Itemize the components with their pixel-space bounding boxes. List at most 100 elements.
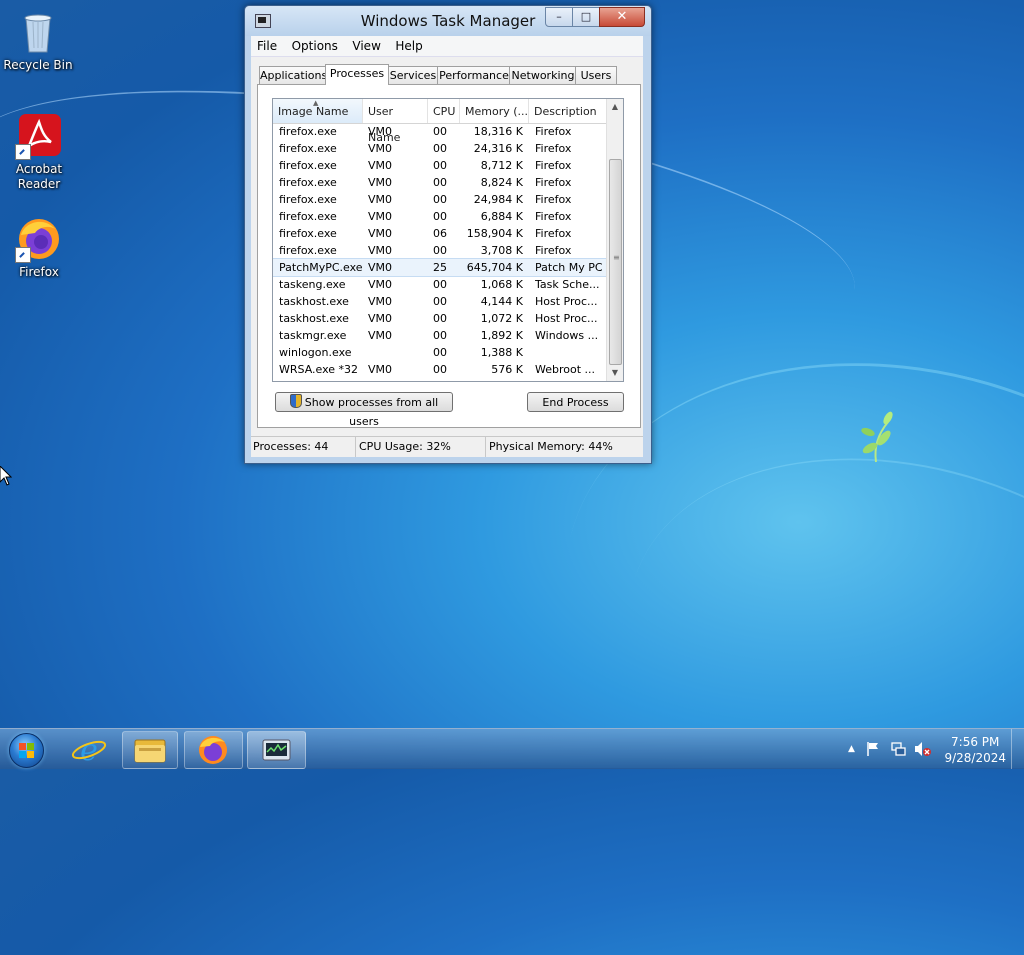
scroll-up-arrow-icon[interactable]: ▲ (607, 99, 623, 115)
scrollbar-thumb[interactable]: ≡ (609, 159, 622, 365)
process-row[interactable]: PatchMyPC.exe VM0 25 645,704 K Patch My PC (273, 258, 608, 277)
process-row[interactable]: firefox.exe VM0 00 8,824 K Firefox (273, 174, 607, 191)
end-process-button[interactable]: End Process (527, 392, 624, 412)
desktop-icon-acrobat-reader[interactable]: Acrobat Reader (1, 112, 77, 192)
taskbar-task-manager[interactable] (247, 731, 306, 769)
process-cell-cpu: 00 (433, 159, 447, 172)
firefox-icon (15, 215, 63, 263)
column-label: Memory (... (465, 105, 529, 118)
column-memory[interactable]: Memory (... (460, 99, 529, 123)
process-cell-cpu: 00 (433, 363, 447, 376)
shortcut-arrow-icon (15, 247, 31, 263)
process-cell-user: VM0 (368, 329, 393, 342)
minimize-button[interactable]: – (545, 7, 573, 27)
process-cell-user: VM0 (368, 278, 393, 291)
process-cell-desc: Firefox (535, 210, 572, 223)
taskbar-firefox[interactable] (184, 731, 243, 769)
process-cell-desc: Host Proc... (535, 295, 598, 308)
process-row[interactable]: firefox.exe VM0 06 158,904 K Firefox (273, 225, 607, 242)
button-label: End Process (542, 396, 609, 409)
wallpaper-logo (861, 411, 893, 463)
menu-help[interactable]: Help (389, 36, 427, 53)
show-desktop-button[interactable] (1011, 729, 1024, 769)
process-cell-mem: 1,388 K (480, 346, 523, 359)
process-row[interactable]: taskeng.exe VM0 00 1,068 K Task Sche... (273, 276, 607, 293)
process-cell-mem: 1,892 K (480, 329, 523, 342)
process-row[interactable]: taskhost.exe VM0 00 4,144 K Host Proc... (273, 293, 607, 310)
tab-processes[interactable]: Processes (325, 64, 389, 85)
wallpaper-streak (572, 387, 1024, 955)
taskbar-internet-explorer[interactable]: e (62, 731, 116, 768)
tab-networking[interactable]: Networking (509, 66, 577, 84)
process-cell-desc: Firefox (535, 227, 572, 240)
process-cell-user: VM0 (368, 295, 393, 308)
mouse-cursor-icon (0, 466, 12, 486)
firefox-icon (199, 736, 227, 764)
start-orb-icon (9, 733, 44, 768)
process-cell-cpu: 00 (433, 125, 447, 138)
process-cell-cpu: 00 (433, 176, 447, 189)
process-cell-name: taskhost.exe (279, 312, 349, 325)
desktop-icon-recycle-bin[interactable]: Recycle Bin (0, 8, 76, 73)
column-cpu[interactable]: CPU (428, 99, 460, 123)
process-row[interactable]: firefox.exe VM0 00 8,712 K Firefox (273, 157, 607, 174)
column-user-name[interactable]: User Name (363, 99, 428, 144)
process-cell-mem: 24,316 K (473, 142, 523, 155)
action-center-flag-icon[interactable] (866, 741, 880, 757)
column-description[interactable]: Description (529, 99, 607, 123)
vertical-scrollbar[interactable]: ▲ ≡ ▼ (606, 99, 623, 381)
shortcut-arrow-icon (15, 144, 31, 160)
process-cell-desc: Firefox (535, 244, 572, 257)
taskbar-file-explorer[interactable] (122, 731, 178, 769)
system-clock[interactable]: 7:56 PM 9/28/2024 (944, 734, 1006, 766)
process-list[interactable]: ▲ Image Name User Name CPU Memory (... D… (272, 98, 624, 382)
network-icon[interactable] (890, 741, 906, 757)
process-cell-user: VM0 (368, 227, 393, 240)
column-image-name[interactable]: ▲ Image Name (273, 99, 363, 123)
tab-performance[interactable]: Performance (437, 66, 511, 84)
process-row[interactable]: firefox.exe VM0 00 3,708 K Firefox (273, 242, 607, 259)
uac-shield-icon (289, 394, 302, 408)
menu-view[interactable]: View (346, 36, 385, 53)
process-cell-name: firefox.exe (279, 125, 337, 138)
maximize-button[interactable]: □ (572, 7, 600, 27)
menu-options[interactable]: Options (286, 36, 343, 53)
folder-icon (134, 739, 166, 763)
process-row[interactable]: taskmgr.exe VM0 00 1,892 K Windows ... (273, 327, 607, 344)
tab-users[interactable]: Users (575, 66, 617, 84)
tab-applications[interactable]: Applications (259, 66, 327, 84)
process-cell-cpu: 00 (433, 210, 447, 223)
start-button[interactable] (6, 730, 46, 768)
show-all-processes-button[interactable]: Show processes from all users (275, 392, 453, 428)
process-cell-desc: Patch My PC (535, 261, 603, 274)
process-cell-mem: 8,824 K (480, 176, 523, 189)
process-row[interactable]: WRSA.exe *32 VM0 00 576 K Webroot ... (273, 361, 607, 378)
notification-area: ▲ 7:56 PM 9/28/2024 (844, 729, 1024, 769)
show-hidden-icons-chevron-icon[interactable]: ▲ (848, 744, 855, 754)
volume-muted-icon[interactable] (914, 741, 932, 757)
process-cell-name: taskeng.exe (279, 278, 346, 291)
tab-services[interactable]: Services (387, 66, 439, 84)
process-row[interactable]: taskhost.exe VM0 00 1,072 K Host Proc... (273, 310, 607, 327)
process-cell-mem: 645,704 K (466, 261, 523, 274)
process-cell-cpu: 00 (433, 278, 447, 291)
process-cell-desc: Firefox (535, 125, 572, 138)
desktop-icon-firefox[interactable]: Firefox (1, 215, 77, 280)
process-cell-mem: 158,904 K (466, 227, 523, 240)
process-cell-desc: Firefox (535, 159, 572, 172)
title-bar[interactable]: Windows Task Manager – □ ✕ (245, 6, 651, 36)
scroll-down-arrow-icon[interactable]: ▼ (607, 365, 623, 381)
process-row[interactable]: winlogon.exe 00 1,388 K (273, 344, 607, 361)
process-row[interactable]: firefox.exe VM0 00 24,316 K Firefox (273, 140, 607, 157)
process-row[interactable]: firefox.exe VM0 00 18,316 K Firefox (273, 123, 607, 140)
process-cell-user: VM0 (368, 312, 393, 325)
close-button[interactable]: ✕ (599, 7, 645, 27)
process-row[interactable]: firefox.exe VM0 00 6,884 K Firefox (273, 208, 607, 225)
menu-file[interactable]: File (251, 36, 282, 53)
process-cell-desc: Firefox (535, 142, 572, 155)
process-row[interactable]: firefox.exe VM0 00 24,984 K Firefox (273, 191, 607, 208)
internet-explorer-icon: e (71, 733, 107, 768)
process-cell-cpu: 06 (433, 227, 447, 240)
process-cell-name: firefox.exe (279, 159, 337, 172)
process-cell-name: PatchMyPC.exe (279, 261, 363, 274)
